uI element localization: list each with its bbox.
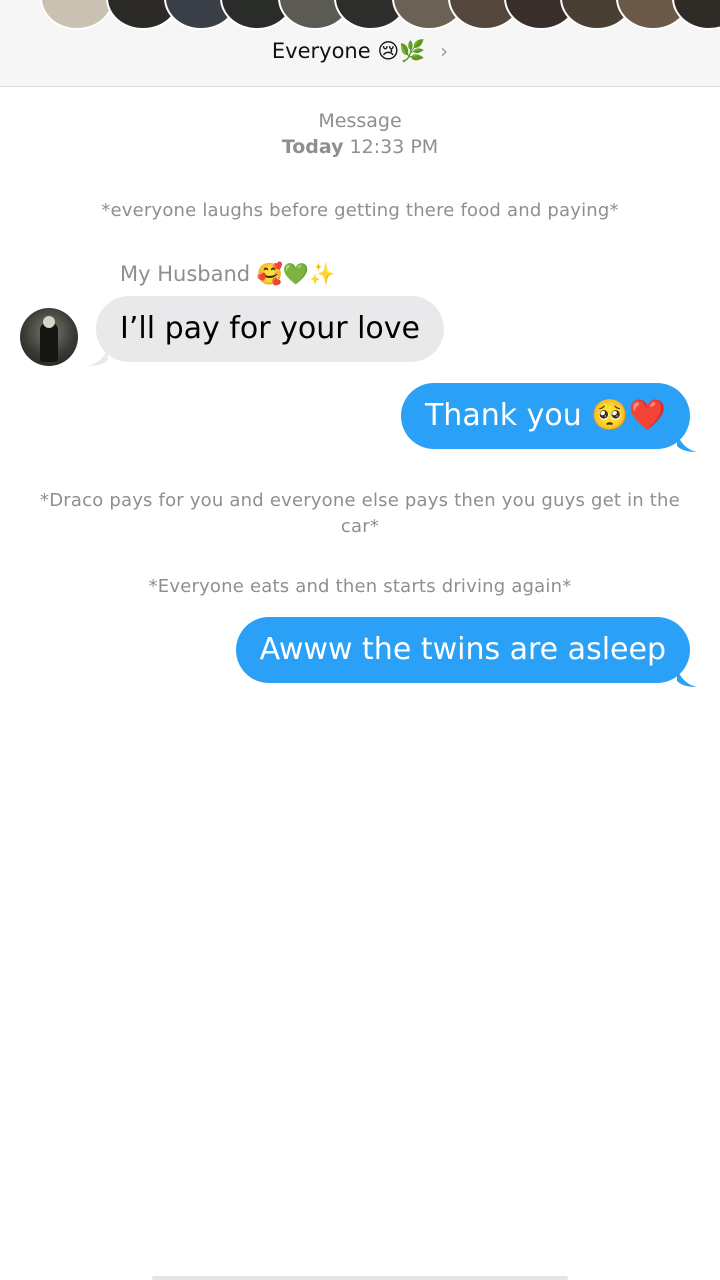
narration-message: *Draco pays for you and everyone else pa… [40, 490, 680, 537]
group-avatar-row[interactable] [0, 0, 720, 30]
group-member-avatar [40, 0, 114, 30]
group-name-button[interactable]: Everyone 😢🌿 › [0, 36, 720, 66]
avatar[interactable] [20, 308, 78, 366]
outgoing-message-bubble[interactable]: Awww the twins are asleep [235, 617, 690, 683]
timestamp-day: Today [281, 136, 344, 158]
group-emoji: 😢🌿 [377, 39, 426, 63]
outgoing-message-bubble[interactable]: Thank you 🥺❤️ [400, 383, 690, 449]
avatar-figure [40, 322, 58, 362]
narration-message: *everyone laughs before getting there fo… [101, 200, 619, 221]
timestamp-time: 12:33 PM [349, 136, 439, 158]
home-indicator[interactable] [152, 1276, 568, 1280]
chevron-right-icon: › [440, 39, 449, 63]
group-member-avatar [672, 0, 720, 30]
narration-message: *Everyone eats and then starts driving a… [148, 576, 572, 597]
avatar-head [43, 316, 55, 328]
incoming-message-bubble[interactable]: I’ll pay for your love [96, 296, 444, 362]
service-label: Message [318, 110, 402, 132]
conversation-timestamp: Message Today 12:33 PM [0, 108, 720, 160]
sender-name: My Husband 🥰💚✨ [120, 262, 336, 286]
group-name: Everyone [271, 39, 371, 63]
conversation-header: Everyone 😢🌿 › [0, 0, 720, 87]
imessage-conversation-screen: Everyone 😢🌿 › Message Today 12:33 PM *ev… [0, 0, 720, 1280]
